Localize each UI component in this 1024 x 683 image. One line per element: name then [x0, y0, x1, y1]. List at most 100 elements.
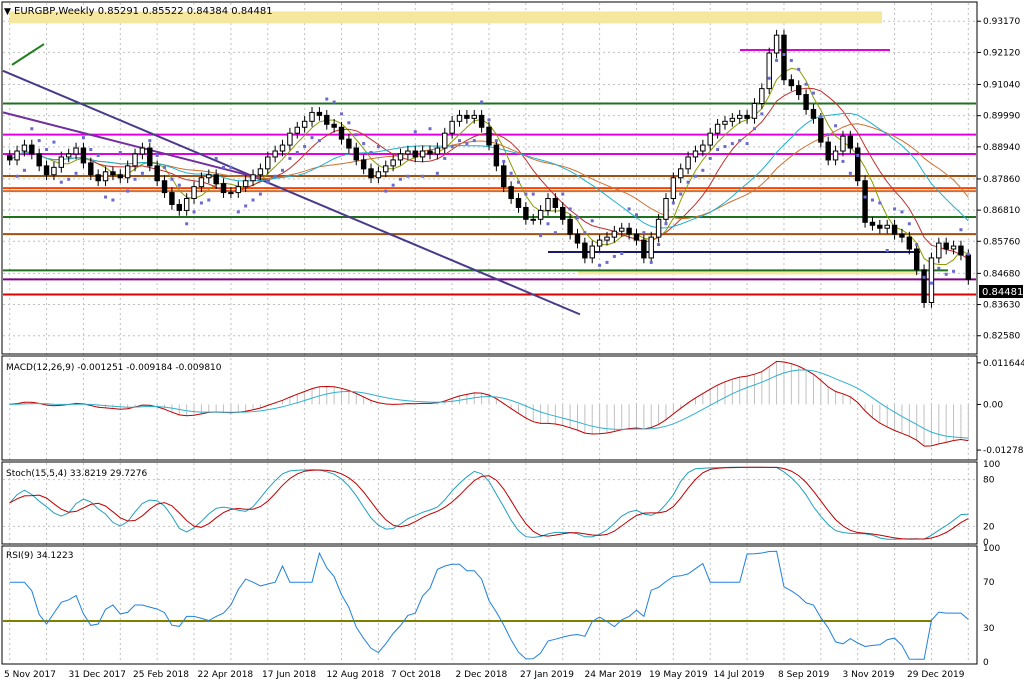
candle-body [751, 102, 758, 119]
dropdown-arrow-icon[interactable]: ▼ [4, 7, 11, 17]
price-tick-label: 0.82580 [983, 332, 1020, 342]
psar-dot [494, 139, 498, 143]
psar-dot [752, 127, 756, 131]
candle-body [773, 34, 780, 54]
psar-dot [362, 142, 366, 146]
candle-body [324, 114, 330, 125]
psar-dot [376, 145, 380, 149]
psar-dot [745, 142, 749, 146]
candle-body [678, 168, 684, 179]
psar-dot [509, 171, 513, 175]
candle-body [633, 233, 640, 241]
date-tick-label: 24 Mar 2019 [585, 670, 642, 680]
psar-dot [435, 171, 439, 175]
candle-body [611, 230, 618, 238]
rsi-tick-label: 0 [983, 658, 989, 668]
psar-dot [67, 177, 71, 181]
candle-body [928, 257, 935, 303]
psar-dot [384, 189, 388, 193]
candle-body [250, 174, 256, 182]
candle-body [316, 111, 323, 116]
psar-dot [937, 266, 941, 270]
psar-dot [539, 234, 543, 238]
candle-body [338, 126, 345, 140]
psar-dot [738, 139, 742, 143]
candle-body [6, 154, 13, 161]
rsi-tick-label: 100 [983, 544, 1000, 554]
psar-dot [288, 156, 292, 160]
candle-body [486, 126, 492, 146]
candle-body [574, 233, 581, 244]
candle-body [176, 203, 183, 211]
candle-body [670, 177, 677, 200]
candle-body [648, 236, 654, 259]
psar-dot [826, 133, 830, 137]
candle-body [803, 94, 809, 110]
psar-dot [760, 112, 764, 116]
macd-title: MACD(12,26,9) -0.001251 -0.009184 -0.009… [6, 363, 222, 373]
rsi-tick-label: 30 [983, 624, 995, 634]
psar-dot [929, 281, 933, 285]
psar-dot [841, 159, 845, 163]
psar-dot [679, 192, 683, 196]
candle-body [360, 159, 367, 170]
psar-dot [222, 165, 226, 169]
candle-body [124, 165, 131, 179]
candle-body [272, 150, 278, 158]
psar-dot [686, 180, 690, 184]
candle-body [604, 236, 610, 241]
candle-body [493, 144, 500, 167]
candle-body [832, 150, 839, 161]
psar-dot [472, 139, 476, 143]
candle-body [530, 218, 536, 221]
date-tick-label: 27 Jan 2019 [520, 670, 574, 680]
psar-dot [856, 153, 860, 157]
psar-dot [516, 180, 520, 184]
psar-dot [716, 148, 720, 152]
psar-dot [428, 127, 432, 131]
candle-body [508, 186, 514, 200]
price-tick-label: 0.86810 [983, 206, 1020, 216]
psar-dot [303, 145, 307, 149]
psar-dot [730, 142, 734, 146]
date-tick-label: 14 Jul 2019 [714, 670, 765, 680]
psar-dot [450, 145, 454, 149]
candle-body [478, 114, 485, 128]
psar-dot [915, 243, 919, 247]
candle-body [110, 171, 116, 176]
candle-body [43, 165, 50, 176]
psar-dot [649, 260, 653, 264]
candle-body [766, 52, 772, 90]
price-tick-label: 0.84680 [983, 269, 1020, 279]
candle-body [567, 218, 573, 235]
candle-body [301, 120, 308, 128]
candle-body [139, 147, 146, 155]
candle-body [619, 227, 625, 232]
psar-dot [900, 210, 904, 214]
candle-body [102, 171, 109, 182]
psar-dot [251, 198, 255, 202]
psar-dot [583, 231, 587, 235]
candle-body [147, 147, 153, 167]
candle-body [781, 34, 787, 81]
psar-dot [258, 192, 262, 196]
psar-dot [207, 198, 211, 202]
candle-body [434, 147, 441, 155]
candle-body [294, 126, 300, 134]
candle-body [729, 117, 736, 122]
psar-dot [214, 156, 218, 160]
rsi-tick-label: 70 [983, 578, 995, 588]
candle-body [655, 218, 662, 238]
psar-dot [111, 198, 115, 202]
psar-dot [553, 231, 557, 235]
psar-dot [421, 174, 425, 178]
candle-body [397, 153, 404, 161]
psar-dot [354, 133, 358, 137]
candle-body [737, 114, 743, 119]
psar-dot [723, 145, 727, 149]
psar-dot [885, 249, 889, 253]
candle-body [700, 144, 706, 152]
psar-dot [561, 192, 565, 196]
candle-body [545, 198, 551, 211]
psar-dot [620, 251, 624, 255]
